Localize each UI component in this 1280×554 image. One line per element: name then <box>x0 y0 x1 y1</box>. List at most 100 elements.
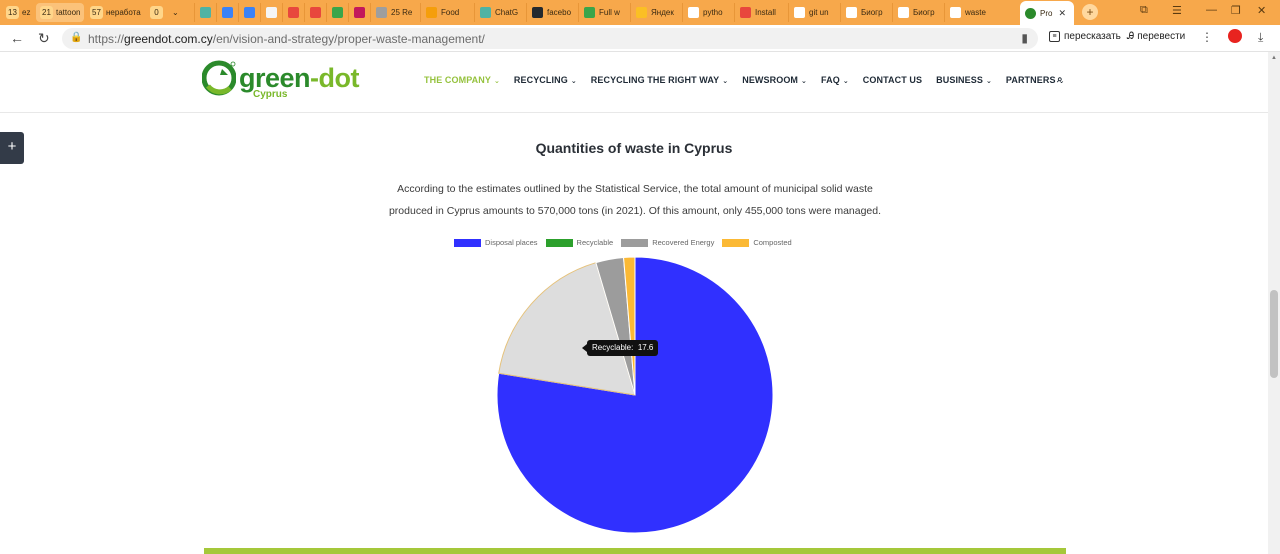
chevron-down-icon: ⌄ <box>985 78 992 85</box>
browser-tab[interactable] <box>238 3 260 22</box>
greendot-favicon-icon <box>1025 7 1036 19</box>
nav-item-faq[interactable]: FAQ ⌄ <box>821 75 849 85</box>
nav-item-label: BUSINESS <box>936 75 983 85</box>
tab-title: Install <box>755 8 776 17</box>
browser-tab[interactable] <box>282 3 304 22</box>
scrollbar[interactable]: ▲ <box>1268 52 1280 554</box>
legend-item[interactable]: Recyclable <box>545 238 614 247</box>
nav-item-partners[interactable]: PARTNERS ⌄ <box>1006 75 1065 85</box>
nav-item-label: RECYCLING THE RIGHT WAY <box>590 75 720 85</box>
tab-group-tattoon[interactable]: 21 tattoon <box>36 3 85 22</box>
tab-title: facebo <box>547 8 572 17</box>
nav-item-label: NEWSROOM <box>742 75 799 85</box>
tab-favicon-icon <box>200 7 211 18</box>
tab-favicon-icon <box>950 7 961 18</box>
chevron-down-icon: ⌄ <box>722 78 729 85</box>
url-text: https://greendot.com.cy/en/vision-and-st… <box>88 32 485 46</box>
active-tab[interactable]: Pro ✕ <box>1020 1 1074 25</box>
browser-tab[interactable] <box>304 3 326 22</box>
browser-tab[interactable] <box>260 3 282 22</box>
browser-tab[interactable] <box>326 3 348 22</box>
scroll-up-icon[interactable]: ▲ <box>1271 55 1277 61</box>
translate-button[interactable]: Ꭿ перевести <box>1127 31 1185 42</box>
tab-group-zero[interactable]: 0 ⌄ <box>150 3 179 22</box>
back-arrow-icon[interactable]: ← <box>10 30 24 46</box>
menu-icon[interactable]: ⋮ <box>1201 30 1213 44</box>
minimize-icon[interactable]: — <box>1206 4 1217 16</box>
section-title: Quantities of waste in Cyprus <box>535 140 733 156</box>
browser-tab[interactable]: Full w <box>578 3 630 22</box>
bookmark-icon[interactable]: ▮ <box>1021 31 1028 45</box>
browser-tab[interactable]: Food <box>420 3 474 22</box>
tab-favicon-icon <box>426 7 437 18</box>
tab-group-label: ez <box>22 8 31 17</box>
tab-favicon-icon <box>636 7 647 18</box>
nav-item-recycling[interactable]: RECYCLING ⌄ <box>514 75 577 85</box>
tab-title: Биогр <box>861 8 883 17</box>
legend-item[interactable]: Disposal places <box>454 238 538 247</box>
nav-item-the-company[interactable]: THE COMPANY ⌄ <box>424 75 500 85</box>
tab-favicon-icon <box>846 7 857 18</box>
browser-tab[interactable]: facebo <box>526 3 578 22</box>
recycle-logo-icon <box>202 60 236 96</box>
browser-tab[interactable]: Биогр <box>840 3 892 22</box>
chevron-down-icon: ⌄ <box>493 78 500 85</box>
browser-tab[interactable] <box>216 3 238 22</box>
browser-tab[interactable]: waste <box>944 3 998 22</box>
read-aloud-button[interactable]: ≡ пересказать <box>1049 31 1121 42</box>
waste-pie-chart[interactable] <box>495 255 775 535</box>
tab-title: Биогр <box>913 8 935 17</box>
chevron-down-icon: ⌄ <box>570 78 577 85</box>
nav-item-recycling-the-right-way[interactable]: RECYCLING THE RIGHT WAY ⌄ <box>591 75 728 85</box>
browser-tab[interactable]: Install <box>734 3 788 22</box>
browser-tab[interactable]: ChatG <box>474 3 526 22</box>
browser-tab[interactable]: Яндек <box>630 3 682 22</box>
tab-favicon-icon <box>740 7 751 18</box>
adblock-icon[interactable] <box>1228 29 1242 43</box>
search-icon[interactable]: ⌕ <box>1057 74 1063 85</box>
site-header: green-dot Cyprus THE COMPANY ⌄ RECYCLING ⌄ R… <box>0 52 1268 113</box>
legend-swatch <box>454 238 481 247</box>
scroll-thumb[interactable] <box>1270 290 1278 378</box>
tab-group-count: 21 <box>40 6 53 19</box>
close-window-icon[interactable]: ✕ <box>1257 4 1266 17</box>
tab-favicon-icon <box>310 7 321 18</box>
tab-title: ChatG <box>495 8 519 17</box>
tab-search-icon[interactable]: ⧉ <box>1140 4 1148 17</box>
tab-favicon-icon <box>898 7 909 18</box>
tab-group-ez[interactable]: 13 ez <box>6 3 30 22</box>
tab-title: Pro <box>1040 8 1053 18</box>
download-icon[interactable]: ⤓ <box>1258 30 1263 45</box>
tab-group-nerabota[interactable]: 57 неработа <box>90 3 141 22</box>
browser-tab[interactable]: git un <box>788 3 840 22</box>
browser-tab[interactable] <box>348 3 370 22</box>
intro-paragraph: According to the estimates outlined by t… <box>388 183 882 217</box>
legend-item[interactable]: Composted <box>722 238 792 247</box>
read-aloud-icon: ≡ <box>1049 31 1060 42</box>
greendot-logo[interactable]: green-dot Cyprus <box>202 58 362 102</box>
legend-label: Recyclable <box>576 238 614 247</box>
nav-item-business[interactable]: BUSINESS ⌄ <box>936 75 992 85</box>
nav-item-newsroom[interactable]: NEWSROOM ⌄ <box>742 75 807 85</box>
close-icon[interactable]: ✕ <box>1058 8 1066 19</box>
browser-tab[interactable] <box>194 3 216 22</box>
new-tab-button[interactable]: + <box>1082 4 1098 20</box>
legend-item[interactable]: Recovered Energy <box>621 238 714 247</box>
restore-icon[interactable]: ❐ <box>1231 4 1241 17</box>
tab-title: Food <box>441 8 460 17</box>
tab-favicon-icon <box>376 7 387 18</box>
tab-favicon-icon <box>480 7 491 18</box>
chevron-down-icon[interactable]: ⌄ <box>172 8 179 17</box>
profile-icon[interactable]: ☰ <box>1172 4 1182 17</box>
tab-title: git un <box>809 8 829 17</box>
browser-tab[interactable]: Биогр <box>892 3 944 22</box>
nav-item-contact-us[interactable]: CONTACT US <box>863 75 922 85</box>
browser-tab[interactable]: 25 Re <box>370 3 420 22</box>
nav-item-label: THE COMPANY <box>424 75 491 85</box>
tab-title: waste <box>965 8 986 17</box>
tab-title: Яндек <box>651 8 674 17</box>
url-field[interactable]: 🔒 https://greendot.com.cy/en/vision-and-… <box>62 28 1038 49</box>
reload-icon[interactable]: ↻ <box>38 30 50 47</box>
translate-icon: Ꭿ <box>1127 31 1135 42</box>
browser-tab[interactable]: pytho <box>682 3 734 22</box>
